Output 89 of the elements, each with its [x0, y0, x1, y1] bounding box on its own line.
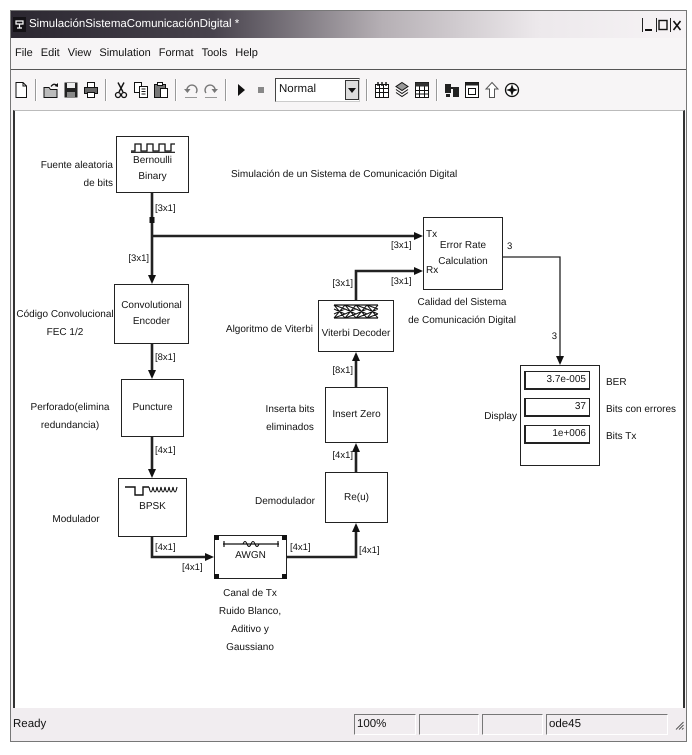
status-panel [482, 714, 543, 735]
display-block[interactable]: 3.7e-005 37 1e+006 [520, 365, 600, 466]
window-icon[interactable] [464, 81, 480, 99]
calendar-icon[interactable] [374, 81, 390, 99]
signal-dimension-label: [4x1] [332, 450, 353, 462]
diagram-block[interactable]: Bernoulli Binary [116, 136, 189, 193]
signal-line [150, 537, 214, 561]
signal-dimension-label: [4x1] [290, 542, 311, 554]
diagram-title: Simulación de un Sistema de Comunicación Digital [231, 168, 458, 182]
display-value: 3.7e-005 [524, 371, 590, 390]
diagram-block[interactable]: Insert Zero [325, 387, 388, 443]
display-label: Bits con errores [606, 403, 676, 417]
signal-line [352, 443, 360, 472]
block-annotation: Canal de Tx Ruido Blanco, Aditivo y Gaussiano [218, 587, 282, 655]
resize-grip-icon[interactable] [675, 720, 684, 730]
diagram-block[interactable]: AWGN [214, 535, 287, 579]
signal-line [352, 352, 360, 387]
trellis-icon [333, 304, 379, 319]
signal-dimension-label: [4x1] [182, 562, 203, 574]
signal-dimension-label: [4x1] [155, 445, 176, 457]
blank-page-icon[interactable] [13, 81, 29, 99]
blocks-icon[interactable] [444, 81, 460, 99]
signal-line [148, 437, 156, 478]
up-arrow-icon[interactable] [484, 81, 500, 99]
signal-dimension-label: [3x1] [332, 278, 353, 290]
zoom-level: 100% [354, 714, 416, 735]
display-label: BER [606, 376, 627, 390]
diagram-block[interactable]: Convolutional Encoder [114, 284, 189, 344]
signal-dimension-label: [4x1] [359, 545, 380, 557]
signal-dimension-label: [3x1] [391, 276, 412, 288]
caret-icon [345, 80, 359, 100]
compass-icon[interactable] [504, 81, 520, 99]
solver-name: ode45 [546, 714, 668, 735]
menu-item[interactable]: Format [158, 45, 194, 62]
diagram-block[interactable]: Viterbi Decoder [318, 300, 394, 352]
diagram-block[interactable]: Puncture [121, 379, 184, 437]
signal-dimension-label: [3x1] [155, 203, 176, 215]
close-icon[interactable] [670, 16, 683, 32]
signal-dimension-label: 3 [507, 241, 512, 253]
selection-handle-icon[interactable] [214, 574, 219, 579]
selection-handle-icon[interactable] [214, 535, 219, 540]
block-annotation: Inserta bits eliminados [266, 403, 314, 435]
pulse-train-icon [130, 142, 176, 153]
clipboard-icon[interactable] [153, 81, 169, 99]
selection-handle-icon[interactable] [282, 574, 287, 579]
table-icon[interactable] [414, 81, 430, 99]
signal-dimension-label: 3 [552, 331, 557, 343]
menu-item[interactable]: Simulation [99, 45, 151, 62]
signal-dimension-label: [8x1] [155, 352, 176, 364]
diagram-block[interactable]: BPSK [118, 478, 187, 537]
menu-item[interactable]: Tools [202, 45, 228, 62]
layers-icon[interactable] [394, 81, 410, 99]
noise-signal-icon [220, 539, 280, 548]
block-annotation: Fuente aleatoria de bits [40, 159, 113, 191]
port-label: Rx [426, 264, 438, 278]
status-message: Ready [13, 716, 48, 732]
folder-icon[interactable] [43, 81, 59, 99]
block-annotation: Modulador [52, 513, 100, 527]
signal-line [148, 344, 156, 379]
display-value: 37 [524, 398, 590, 417]
display-value: 1e+006 [524, 425, 590, 444]
block-annotation: Código Convolucional FEC 1/2 [16, 308, 114, 340]
block-annotation: Perforado(elimina redundancia) [30, 401, 110, 433]
application-icon [13, 17, 26, 32]
port-label: Tx [426, 228, 438, 242]
menu-item[interactable]: Help [235, 45, 258, 62]
selection-handle-icon[interactable] [282, 535, 287, 540]
block-annotation: Calidad del Sistema de Comunicación Digital [408, 296, 516, 328]
minimize-icon[interactable] [642, 16, 655, 32]
display-label: Bits Tx [606, 430, 636, 444]
signal-dimension-label: [3x1] [391, 240, 412, 252]
block-annotation: Algoritmo de Viterbi [226, 323, 313, 337]
copy-icon[interactable] [133, 81, 149, 99]
diagram-block[interactable]: Tx Rx Error Rate Calculation [423, 217, 503, 290]
menu-item[interactable]: File [15, 45, 33, 62]
window-title: SimulaciónSistemaComunicaciónDigital * [29, 16, 240, 32]
simulation-mode-dropdown[interactable]: Normal [275, 78, 360, 102]
status-panel [419, 714, 479, 735]
signal-dimension-label: [8x1] [332, 365, 353, 377]
block-annotation: Display [484, 410, 517, 424]
scissors-icon[interactable] [113, 81, 129, 99]
signal-dimension-label: [4x1] [155, 542, 176, 554]
menu-item[interactable]: View [68, 45, 92, 62]
printer-icon[interactable] [83, 81, 99, 99]
maximize-icon[interactable] [656, 16, 669, 32]
signal-dimension-label: [3x1] [128, 253, 149, 265]
menu-item[interactable]: Edit [40, 45, 60, 62]
diagram-block[interactable]: Re(u) [325, 472, 388, 523]
block-annotation: Demodulador [254, 495, 316, 509]
